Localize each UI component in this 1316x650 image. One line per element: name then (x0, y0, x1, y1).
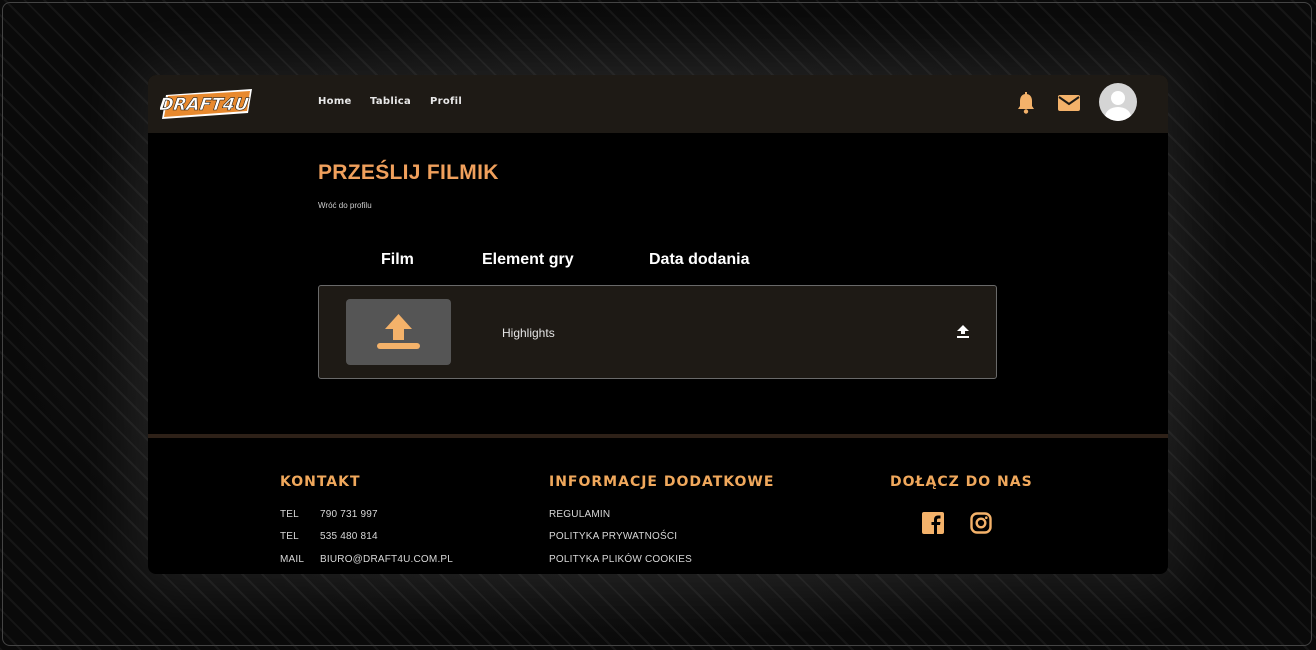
instagram-icon[interactable] (970, 512, 992, 534)
upload-icon[interactable] (956, 324, 970, 338)
contact-label: TEL (280, 531, 299, 542)
footer-link-cookies[interactable]: POLITYKA PLIKÓW COOKIES (549, 554, 692, 565)
bell-icon[interactable] (1016, 92, 1036, 114)
footer-social-heading: DOŁĄCZ DO NAS (890, 474, 1033, 490)
user-avatar[interactable] (1099, 83, 1137, 121)
footer-divider (148, 434, 1168, 438)
column-header-date: Data dodania (649, 251, 750, 268)
nav-link-profil[interactable]: Profil (430, 96, 462, 107)
footer-link-terms[interactable]: REGULAMIN (549, 509, 610, 520)
footer-link-privacy[interactable]: POLITYKA PRYWATNOŚCI (549, 531, 677, 542)
facebook-icon[interactable] (922, 512, 944, 534)
column-header-film: Film (381, 251, 414, 268)
contact-label: MAIL (280, 554, 305, 565)
envelope-icon[interactable] (1058, 94, 1080, 112)
top-navbar: DRAFT4U Home Tablica Profil (148, 75, 1168, 133)
nav-link-home[interactable]: Home (318, 96, 352, 107)
footer-contact-heading: KONTAKT (280, 474, 361, 490)
brand-logo[interactable]: DRAFT4U (158, 83, 255, 121)
contact-phone-1[interactable]: 790 731 997 (320, 509, 378, 520)
upload-icon (377, 314, 420, 349)
back-to-profile-link[interactable]: Wróć do profilu (318, 201, 372, 210)
contact-email[interactable]: BIURO@DRAFT4U.COM.PL (320, 554, 453, 565)
video-upload-row: Highlights (318, 285, 997, 379)
svg-text:DRAFT4U: DRAFT4U (160, 95, 250, 115)
column-header-element: Element gry (482, 251, 574, 268)
contact-phone-2[interactable]: 535 480 814 (320, 531, 378, 542)
video-upload-dropzone[interactable] (346, 299, 451, 365)
contact-label: TEL (280, 509, 299, 520)
nav-link-tablica[interactable]: Tablica (370, 96, 411, 107)
app-window: DRAFT4U Home Tablica Profil PRZEŚLIJ FIL… (148, 75, 1168, 574)
footer-info-heading: INFORMACJE DODATKOWE (549, 474, 775, 490)
page-title: PRZEŚLIJ FILMIK (318, 161, 499, 184)
game-element-value: Highlights (502, 326, 555, 340)
